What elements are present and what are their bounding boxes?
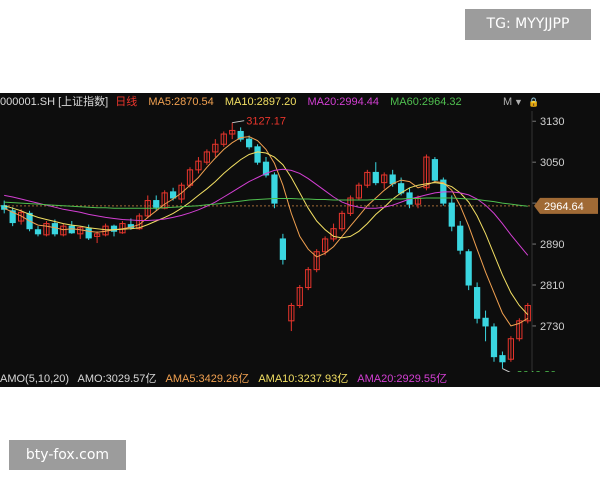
candle-body bbox=[499, 355, 506, 363]
ama10-label: AMA10:3237.93亿 bbox=[258, 373, 349, 385]
stock-chart-panel[interactable]: 000001.SH [上证指数] 日线 MA5:2870.54 MA10:289… bbox=[0, 93, 600, 387]
candle-body bbox=[245, 138, 253, 148]
price-chart[interactable]: 3130305029702890281027302964.643127.1726… bbox=[0, 111, 600, 372]
candle-body bbox=[473, 287, 481, 319]
ma10-label: MA10:2897.20 bbox=[224, 96, 297, 108]
lock-icon[interactable]: 🔒 bbox=[528, 93, 539, 111]
high-annotation: 3127.17 bbox=[246, 116, 286, 128]
ma20-label: MA20:2994.44 bbox=[307, 96, 380, 108]
current-price-value: 2964.64 bbox=[544, 201, 584, 213]
indicator-m-button[interactable]: M bbox=[503, 93, 512, 111]
y-tick-label: 2810 bbox=[540, 280, 564, 292]
candle-body bbox=[448, 202, 455, 227]
y-tick-label: 2730 bbox=[540, 321, 564, 333]
watermark-bottom: bty-fox.com bbox=[9, 440, 126, 470]
candle-body bbox=[482, 317, 489, 327]
ama5-label: AMA5:3429.26亿 bbox=[165, 373, 250, 385]
indicator-header: 000001.SH [上证指数] 日线 MA5:2870.54 MA10:289… bbox=[0, 93, 600, 111]
candle-body bbox=[389, 174, 396, 185]
candle-body bbox=[51, 223, 59, 235]
y-tick-label: 3130 bbox=[540, 116, 564, 128]
amo-value-label: AMO:3029.57亿 bbox=[77, 373, 157, 385]
candle-body bbox=[153, 200, 160, 208]
ma5-label: MA5:2870.54 bbox=[148, 96, 214, 108]
candle-body bbox=[68, 225, 75, 234]
high-pointer bbox=[232, 120, 245, 124]
y-tick-label: 3050 bbox=[540, 157, 564, 169]
chevron-down-icon[interactable]: ▼ bbox=[514, 93, 523, 111]
candle-body bbox=[372, 171, 379, 184]
candle-body bbox=[457, 225, 464, 251]
y-tick-label: 2890 bbox=[540, 239, 564, 251]
candle-body bbox=[279, 238, 287, 260]
watermark-top: TG: MYYJJPP bbox=[465, 9, 591, 40]
ma60-label: MA60:2964.32 bbox=[390, 96, 462, 108]
candle-body bbox=[431, 159, 439, 181]
candle-body bbox=[490, 326, 498, 358]
candle-body bbox=[254, 146, 261, 163]
amount-indicator-bar: AMO(5,10,20) AMO:3029.57亿 AMA5:3429.26亿 … bbox=[0, 372, 600, 387]
candle-body bbox=[34, 229, 42, 235]
symbol-label[interactable]: 000001.SH [上证指数] bbox=[0, 96, 108, 108]
candle-body bbox=[465, 251, 472, 286]
amo-params-label: AMO(5,10,20) bbox=[0, 373, 70, 385]
ama20-label: AMA20:2929.55亿 bbox=[357, 373, 448, 385]
period-label[interactable]: 日线 bbox=[115, 96, 137, 108]
candle-body bbox=[85, 228, 92, 239]
